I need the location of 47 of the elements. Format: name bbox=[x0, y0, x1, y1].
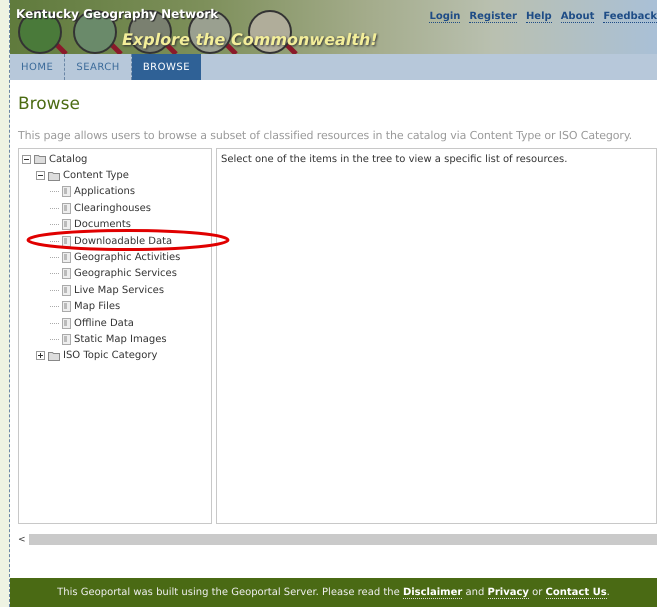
document-icon bbox=[62, 284, 71, 296]
tree-item[interactable]: Documents bbox=[74, 219, 132, 230]
footer-link[interactable]: Privacy bbox=[488, 586, 529, 598]
folder-icon bbox=[48, 350, 60, 361]
scroll-left-button[interactable]: < bbox=[18, 534, 29, 544]
tree-item[interactable]: Geographic Services bbox=[74, 268, 177, 280]
header-link[interactable]: Login bbox=[429, 11, 460, 23]
page-description: This page allows users to browse a subset of classified resources in the catalog via Content Type or ISO Category. bbox=[18, 129, 634, 142]
tree-item[interactable]: Static Map Images bbox=[74, 334, 167, 345]
tree-item[interactable]: ISO Topic Category bbox=[63, 350, 158, 362]
document-icon bbox=[62, 219, 71, 230]
header-link[interactable]: About bbox=[560, 11, 594, 23]
document-icon bbox=[62, 301, 71, 312]
tree-item[interactable]: Content Type bbox=[63, 170, 129, 182]
horizontal-scrollbar[interactable] bbox=[29, 534, 657, 545]
collapse-toggle[interactable] bbox=[36, 171, 45, 180]
document-icon bbox=[62, 202, 71, 214]
document-icon bbox=[62, 252, 71, 264]
document-icon bbox=[62, 268, 71, 280]
header-link[interactable]: Register bbox=[469, 11, 517, 23]
document-icon bbox=[62, 334, 71, 345]
folder-icon bbox=[48, 170, 60, 181]
tree-item[interactable]: Offline Data bbox=[74, 318, 134, 329]
site-title: Kentucky Geography Network bbox=[15, 6, 218, 21]
document-icon bbox=[62, 186, 71, 198]
footer-text: This Geoportal was built using the Geoportal Server. Please read the bbox=[57, 587, 401, 598]
collapse-toggle[interactable] bbox=[22, 154, 31, 164]
tree-item[interactable]: Catalog bbox=[49, 154, 88, 165]
footer-text: and bbox=[464, 587, 486, 598]
footer-link[interactable]: Disclaimer bbox=[402, 586, 462, 598]
nav-tab[interactable]: BROWSE bbox=[132, 54, 202, 80]
tree-item[interactable]: Map Files bbox=[74, 301, 120, 312]
footer-text: or bbox=[531, 587, 544, 598]
header-link[interactable]: Help bbox=[526, 11, 552, 23]
document-icon bbox=[62, 318, 71, 329]
tree-item[interactable]: Clearinghouses bbox=[74, 202, 151, 214]
page-title: Browse bbox=[18, 94, 81, 114]
expand-toggle[interactable] bbox=[36, 351, 45, 360]
folder-icon bbox=[34, 154, 46, 164]
results-message: Select one of the items in the tree to view a specific list of resources. bbox=[216, 148, 657, 524]
header-link[interactable]: Feedback bbox=[603, 11, 657, 23]
footer-text: . bbox=[606, 587, 610, 598]
document-icon bbox=[62, 236, 71, 247]
tree-item[interactable]: Live Map Services bbox=[74, 284, 164, 296]
tree-item[interactable]: Geographic Activities bbox=[74, 252, 180, 264]
footer-link[interactable]: Contact Us bbox=[546, 586, 607, 598]
tree-item[interactable]: Applications bbox=[74, 186, 136, 198]
